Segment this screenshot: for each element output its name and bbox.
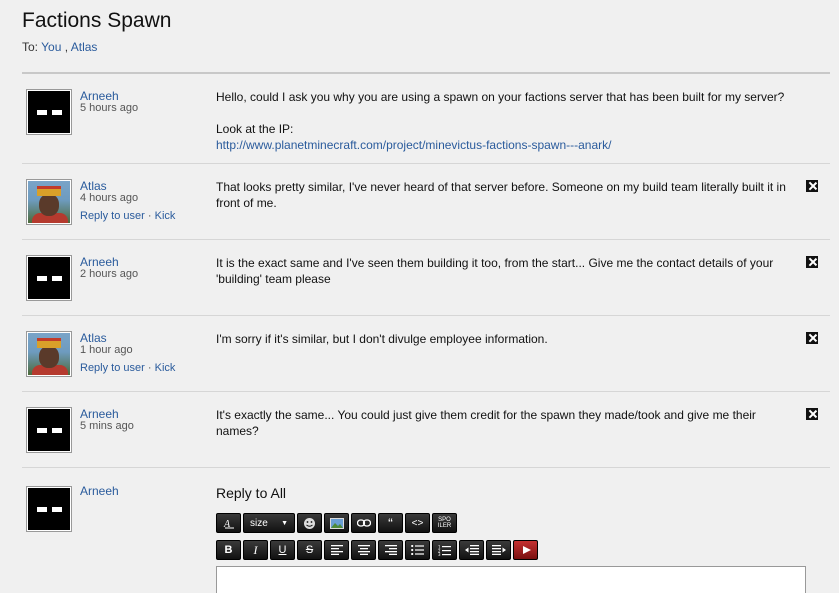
close-icon[interactable] (806, 332, 818, 344)
message-item: Arneeh 2 hours ago It is the exact same … (22, 240, 830, 316)
numbered-list-icon[interactable]: 123 (432, 540, 457, 560)
timestamp: 4 hours ago (80, 192, 139, 204)
strikethrough-button[interactable]: S (297, 540, 322, 560)
reply-to-user-link[interactable]: Reply to user (80, 210, 145, 222)
align-center-icon[interactable] (351, 540, 376, 560)
avatar[interactable] (26, 255, 72, 301)
timestamp: 2 hours ago (80, 268, 139, 280)
author-link[interactable]: Arneeh (80, 89, 119, 103)
avatar[interactable] (26, 89, 72, 135)
close-icon[interactable] (806, 180, 818, 192)
reply-textarea[interactable] (216, 566, 806, 593)
message-item: Atlas 4 hours ago Reply to user · Kick T… (22, 164, 830, 240)
avatar[interactable] (26, 486, 72, 532)
editor-toolbar-row-1: A size ▼ “ <> SPO ILER (216, 513, 457, 533)
recipients-line: To: You , Atlas (22, 40, 98, 54)
author-link[interactable]: Arneeh (80, 484, 119, 498)
align-left-icon[interactable] (324, 540, 349, 560)
close-icon[interactable] (806, 408, 818, 420)
author-link[interactable]: Arneeh (80, 407, 119, 421)
link-icon[interactable] (351, 513, 376, 533)
spoiler-button[interactable]: SPO ILER (432, 513, 457, 533)
timestamp: 5 hours ago (80, 102, 139, 114)
bold-button[interactable]: B (216, 540, 241, 560)
youtube-icon[interactable] (513, 540, 538, 560)
reply-to-user-link[interactable]: Reply to user (80, 362, 145, 374)
underline-button[interactable]: U (270, 540, 295, 560)
quote-icon[interactable]: “ (378, 513, 403, 533)
timestamp: 1 hour ago (80, 344, 133, 356)
author-link[interactable]: Atlas (80, 179, 107, 193)
page-title: Factions Spawn (22, 9, 172, 32)
italic-button[interactable]: I (243, 540, 268, 560)
avatar[interactable] (26, 407, 72, 453)
font-color-icon[interactable]: A (216, 513, 241, 533)
message-body: Hello, could I ask you why you are using… (216, 90, 785, 152)
avatar[interactable] (26, 179, 72, 225)
avatar[interactable] (26, 331, 72, 377)
smiley-icon[interactable] (297, 513, 322, 533)
indent-icon[interactable] (486, 540, 511, 560)
svg-text:3: 3 (438, 552, 441, 556)
message-body: That looks pretty similar, I've never he… (216, 180, 786, 210)
author-link[interactable]: Atlas (80, 331, 107, 345)
author-link[interactable]: Arneeh (80, 255, 119, 269)
timestamp: 5 mins ago (80, 420, 134, 432)
bulleted-list-icon[interactable] (405, 540, 430, 560)
image-icon[interactable] (324, 513, 349, 533)
message-body: It is the exact same and I've seen them … (216, 256, 774, 286)
code-icon[interactable]: <> (405, 513, 430, 533)
message-item: Arneeh 5 hours ago Hello, could I ask yo… (22, 74, 830, 164)
kick-link[interactable]: Kick (155, 362, 176, 374)
message-url-link[interactable]: http://www.planetminecraft.com/project/m… (216, 138, 611, 152)
recipient-you-link[interactable]: You (41, 40, 61, 54)
message-actions: Reply to user · Kick (80, 210, 176, 222)
message-actions: Reply to user · Kick (80, 362, 176, 374)
font-size-select[interactable]: size ▼ (243, 513, 295, 533)
message-item: Arneeh 5 mins ago It's exactly the same.… (22, 392, 830, 468)
outdent-icon[interactable] (459, 540, 484, 560)
message-body: I'm sorry if it's similar, but I don't d… (216, 332, 548, 346)
kick-link[interactable]: Kick (155, 210, 176, 222)
close-icon[interactable] (806, 256, 818, 268)
reply-title: Reply to All (216, 485, 287, 501)
align-right-icon[interactable] (378, 540, 403, 560)
message-body: It's exactly the same... You could just … (216, 408, 756, 438)
editor-toolbar-row-2: B I U S 123 (216, 540, 538, 560)
recipient-atlas-link[interactable]: Atlas (71, 40, 98, 54)
message-item: Atlas 1 hour ago Reply to user · Kick I'… (22, 316, 830, 392)
